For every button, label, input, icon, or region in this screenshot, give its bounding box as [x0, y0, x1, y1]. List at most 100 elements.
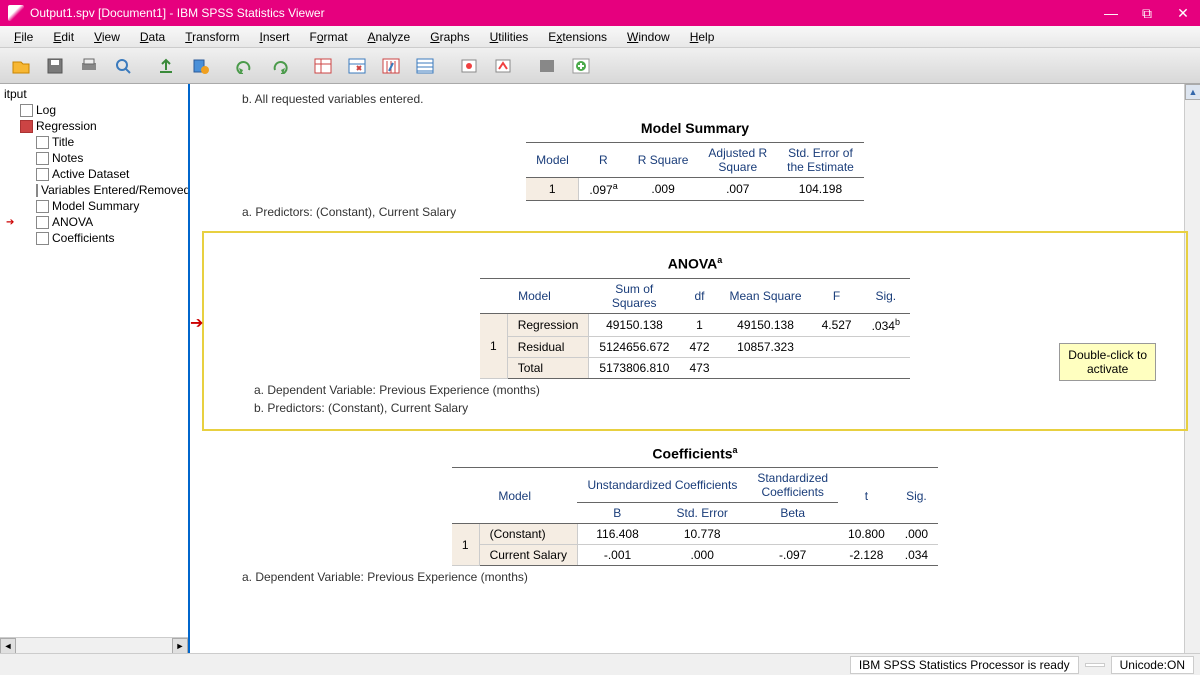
menu-help[interactable]: Help	[680, 28, 725, 46]
page-icon	[36, 232, 49, 245]
activate-tooltip: Double-click toactivate	[1059, 343, 1156, 381]
an-tot-f	[812, 357, 862, 378]
titlebar: Output1.spv [Document1] - IBM SPSS Stati…	[0, 0, 1200, 26]
cf-hdr-model: Model	[452, 468, 578, 524]
gray-tool-icon[interactable]	[532, 52, 562, 80]
menu-utilities[interactable]: Utilities	[480, 28, 539, 46]
tree-title[interactable]: Title	[2, 134, 186, 150]
cf-cs-se: .000	[657, 545, 747, 566]
anova-selection[interactable]: ➔ ANOVAa Model Sum ofSquares df Mean Squ…	[202, 231, 1188, 431]
an-reg-ss: 49150.138	[589, 313, 680, 336]
an-reg-f: 4.527	[812, 313, 862, 336]
an-hdr-f: F	[812, 278, 862, 313]
cf-cs-beta: -.097	[747, 545, 838, 566]
content-pane[interactable]: ▲ b. All requested variables entered. Mo…	[190, 84, 1200, 653]
an-label-reg: Regression	[507, 313, 589, 336]
ms-model: 1	[526, 178, 579, 201]
tree-model-summary[interactable]: Model Summary	[2, 198, 186, 214]
preview-icon[interactable]	[108, 52, 138, 80]
page-icon	[36, 200, 49, 213]
save-icon[interactable]	[40, 52, 70, 80]
menu-transform[interactable]: Transform	[175, 28, 249, 46]
tree-coefficients[interactable]: Coefficients	[2, 230, 186, 246]
anova-table[interactable]: Model Sum ofSquares df Mean Square F Sig…	[480, 278, 910, 379]
tree-notes[interactable]: Notes	[2, 150, 186, 166]
app-icon	[8, 5, 24, 21]
undo-icon[interactable]	[230, 52, 260, 80]
tree-active-dataset[interactable]: Active Dataset	[2, 166, 186, 182]
scroll-right-icon[interactable]: ►	[172, 638, 188, 653]
goto-case-icon[interactable]	[342, 52, 372, 80]
cf-const-b: 116.408	[577, 524, 657, 545]
menu-graphs[interactable]: Graphs	[420, 28, 479, 46]
coef-title: Coefficientsa	[202, 445, 1188, 462]
an-hdr-sig: Sig.	[862, 278, 910, 313]
coef-footnote: a. Dependent Variable: Previous Experien…	[242, 570, 1188, 584]
designate-icon[interactable]	[454, 52, 484, 80]
tree-regression[interactable]: Regression	[2, 118, 186, 134]
status-unicode: Unicode:ON	[1111, 656, 1194, 674]
redo-icon[interactable]	[264, 52, 294, 80]
menu-extensions[interactable]: Extensions	[538, 28, 617, 46]
tree-output[interactable]: itput	[2, 86, 186, 102]
an-hdr-ms: Mean Square	[720, 278, 812, 313]
export-icon[interactable]	[152, 52, 182, 80]
an-res-ss: 5124656.672	[589, 336, 680, 357]
cf-hdr-sig: Sig.	[895, 468, 938, 524]
cf-label-const: (Constant)	[479, 524, 577, 545]
menu-window[interactable]: Window	[617, 28, 680, 46]
tree-anova[interactable]: ANOVA	[2, 214, 186, 230]
outline-pane[interactable]: itput Log Regression Title Notes Active …	[0, 84, 190, 653]
menu-format[interactable]: Format	[300, 28, 358, 46]
cf-cs-b: -.001	[577, 545, 657, 566]
ms-footnote: a. Predictors: (Constant), Current Salar…	[242, 205, 1188, 219]
page-icon	[36, 152, 49, 165]
status-spacer	[1085, 663, 1105, 667]
tree-log[interactable]: Log	[2, 102, 186, 118]
an-reg-df: 1	[679, 313, 719, 336]
menu-file[interactable]: File	[4, 28, 43, 46]
menu-edit[interactable]: Edit	[43, 28, 84, 46]
book-icon	[20, 120, 33, 133]
ms-hdr-r2: R Square	[628, 143, 699, 178]
maximize-button[interactable]: ⧉	[1138, 4, 1156, 22]
variables-icon[interactable]	[376, 52, 406, 80]
scroll-left-icon[interactable]: ◄	[0, 638, 16, 653]
selection-arrow-icon: ➔	[190, 313, 203, 333]
coefficients-table[interactable]: Model Unstandardized Coefficients Standa…	[452, 467, 938, 566]
cf-cs-sig: .034	[895, 545, 938, 566]
menu-view[interactable]: View	[84, 28, 130, 46]
ms-se: 104.198	[777, 178, 864, 201]
recall-icon[interactable]	[186, 52, 216, 80]
cf-hdr-se: Std. Error	[657, 503, 747, 524]
an-tot-ms	[720, 357, 812, 378]
tree-vars-entered[interactable]: Variables Entered/Removed	[2, 182, 186, 198]
vars-entered-note: b. All requested variables entered.	[242, 92, 1188, 106]
cf-model: 1	[452, 524, 479, 566]
anova-foot-a: a. Dependent Variable: Previous Experien…	[254, 383, 1176, 397]
menubar: File Edit View Data Transform Insert For…	[0, 26, 1200, 48]
an-hdr-df: df	[679, 278, 719, 313]
add-icon[interactable]	[566, 52, 596, 80]
open-icon[interactable]	[6, 52, 36, 80]
ms-adj: .007	[698, 178, 777, 201]
an-hdr-model: Model	[480, 278, 589, 313]
launch-icon[interactable]	[488, 52, 518, 80]
model-summary-table[interactable]: Model R R Square Adjusted RSquare Std. E…	[526, 142, 864, 201]
scroll-up-icon[interactable]: ▲	[1185, 84, 1200, 100]
page-icon	[36, 184, 38, 197]
cf-hdr-t: t	[838, 468, 895, 524]
menu-insert[interactable]: Insert	[249, 28, 299, 46]
ms-hdr-se: Std. Error ofthe Estimate	[777, 143, 864, 178]
goto-data-icon[interactable]	[308, 52, 338, 80]
minimize-button[interactable]: —	[1102, 4, 1120, 22]
menu-data[interactable]: Data	[130, 28, 175, 46]
close-button[interactable]: ✕	[1174, 4, 1192, 22]
window-title: Output1.spv [Document1] - IBM SPSS Stati…	[30, 6, 1102, 20]
sidebar-hscroll[interactable]: ◄ ►	[0, 637, 188, 653]
select-icon[interactable]	[410, 52, 440, 80]
menu-analyze[interactable]: Analyze	[358, 28, 421, 46]
cf-const-beta	[747, 524, 838, 545]
print-icon[interactable]	[74, 52, 104, 80]
an-reg-sig: .034b	[862, 313, 910, 336]
